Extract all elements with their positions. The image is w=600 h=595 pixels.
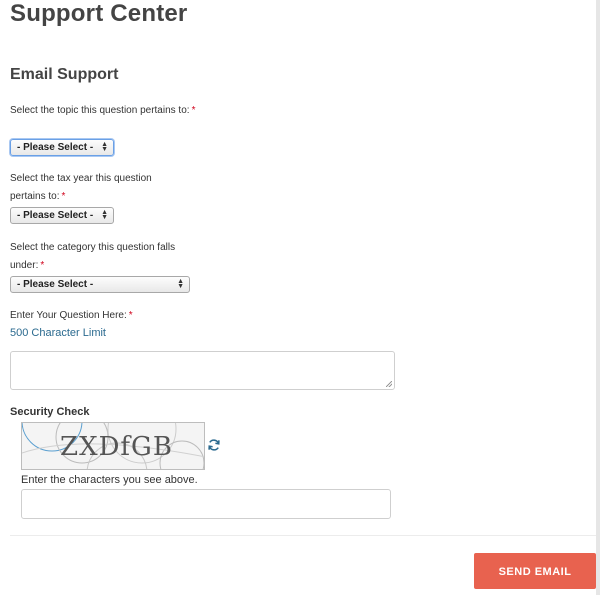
character-limit-note: 500 Character Limit — [10, 327, 106, 339]
select-arrows-icon: ▲ ▼ — [177, 278, 184, 290]
captcha-input[interactable] — [21, 489, 391, 519]
tax-year-label-text: Select the tax year this question pertai… — [10, 173, 152, 202]
form-divider — [10, 535, 596, 536]
page-title: Support Center — [10, 0, 188, 27]
topic-required-marker: * — [191, 105, 196, 116]
category-required-marker: * — [40, 260, 45, 271]
question-textarea[interactable] — [10, 351, 395, 390]
select-arrows-icon: ▲ ▼ — [101, 209, 108, 221]
captcha-characters: ZXDfGB — [60, 432, 173, 462]
question-label-text: Enter Your Question Here: — [10, 310, 127, 321]
page-edge — [596, 0, 600, 595]
topic-label: Select the topic this question pertains … — [10, 102, 200, 120]
section-title: Email Support — [10, 66, 119, 83]
send-email-button[interactable]: SEND EMAIL — [474, 553, 596, 589]
topic-label-text: Select the topic this question pertains … — [10, 105, 190, 116]
tax-year-required-marker: * — [61, 191, 66, 202]
refresh-icon[interactable] — [207, 438, 221, 452]
tax-year-label: Select the tax year this question pertai… — [10, 170, 170, 206]
tax-year-select[interactable]: - Please Select - ▲ ▼ — [10, 207, 114, 224]
captcha-image: ZXDfGB — [21, 422, 205, 470]
tax-year-select-value: - Please Select - — [17, 210, 94, 221]
select-arrows-icon: ▲ ▼ — [101, 141, 108, 153]
topic-select[interactable]: - Please Select - ▲ ▼ — [10, 139, 114, 156]
topic-select-value: - Please Select - — [17, 142, 94, 153]
category-label: Select the category this question falls … — [10, 239, 200, 275]
question-label: Enter Your Question Here: * — [10, 307, 310, 325]
category-select[interactable]: - Please Select - ▲ ▼ — [10, 276, 190, 293]
security-check-title: Security Check — [10, 406, 90, 418]
question-required-marker: * — [128, 310, 133, 321]
category-label-text: Select the category this question falls … — [10, 242, 176, 271]
captcha-hint: Enter the characters you see above. — [21, 474, 198, 486]
category-select-value: - Please Select - — [17, 279, 94, 290]
resize-handle-icon[interactable] — [386, 381, 392, 387]
